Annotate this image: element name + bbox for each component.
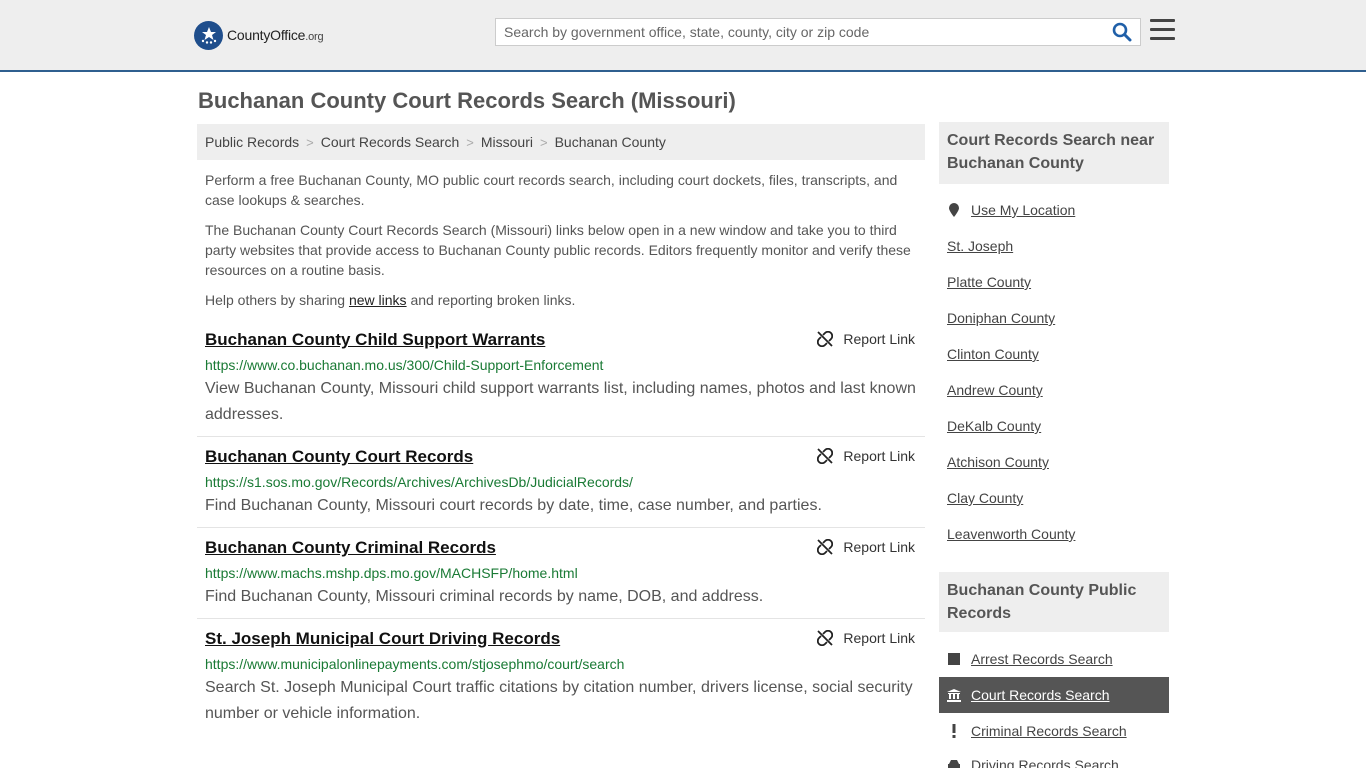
public-records-item: Criminal Records Search <box>947 723 1127 739</box>
public-records-section-title: Buchanan County Public Records <box>939 572 1169 632</box>
site-logo[interactable]: CountyOffice.org <box>194 20 324 50</box>
breadcrumb-missouri[interactable]: Missouri <box>481 134 533 150</box>
nearby-link-doniphan-county[interactable]: Doniphan County <box>947 310 1055 326</box>
chevron-right-icon: > <box>539 134 548 150</box>
result-description: Search St. Joseph Municipal Court traffi… <box>205 679 913 722</box>
result-url[interactable]: https://www.municipalonlinepayments.com/… <box>205 656 624 672</box>
courthouse-icon <box>947 688 961 702</box>
logo-tld: .org <box>305 31 324 43</box>
nearby-item: Andrew County <box>947 382 1043 398</box>
nearby-item: Leavenworth County <box>947 526 1075 542</box>
new-links-link[interactable]: new links <box>349 292 407 308</box>
chevron-right-icon: > <box>466 134 474 150</box>
public-records-item: Arrest Records Search <box>947 651 1113 667</box>
nearby-link-leavenworth-county[interactable]: Leavenworth County <box>947 526 1075 542</box>
result-description: Find Buchanan County, Missouri court rec… <box>205 497 822 514</box>
intro-paragraph-2: The Buchanan County Court Records Search… <box>205 222 911 278</box>
broken-link-icon <box>817 448 834 464</box>
public-records-item: Driving Records Search <box>947 757 1119 768</box>
report-link-button[interactable]: Report Link <box>817 539 915 555</box>
result-item: Buchanan County Child Support Warrants R… <box>197 330 925 437</box>
top-bar: CountyOffice.org <box>0 0 1366 72</box>
report-link-button[interactable]: Report Link <box>817 331 915 347</box>
page-title: Buchanan County Court Records Search (Mi… <box>198 88 736 113</box>
nearby-link-st-joseph[interactable]: St. Joseph <box>947 238 1013 254</box>
nearby-item: Platte County <box>947 274 1031 290</box>
search-input[interactable] <box>496 19 1106 45</box>
search-icon[interactable] <box>1112 22 1134 42</box>
result-url[interactable]: https://www.co.buchanan.mo.us/300/Child-… <box>205 357 603 373</box>
nearby-item: Clay County <box>947 490 1023 506</box>
report-link-label: Report Link <box>843 448 915 464</box>
report-link-button[interactable]: Report Link <box>817 630 915 646</box>
report-link-label: Report Link <box>843 630 915 646</box>
broken-link-icon <box>817 331 834 347</box>
broken-link-icon <box>817 630 834 646</box>
public-records-item-active: Court Records Search <box>939 677 1169 713</box>
breadcrumb-court-records-search[interactable]: Court Records Search <box>321 134 460 150</box>
report-link-button[interactable]: Report Link <box>817 448 915 464</box>
nearby-item: St. Joseph <box>947 238 1013 254</box>
nearby-item: Clinton County <box>947 346 1039 362</box>
nearby-link-dekalb-county[interactable]: DeKalb County <box>947 418 1041 434</box>
nearby-section-title: Court Records Search near Buchanan Count… <box>939 122 1169 184</box>
result-title-link[interactable]: Buchanan County Criminal Records <box>205 538 496 558</box>
driving-records-search-link[interactable]: Driving Records Search <box>971 757 1119 768</box>
breadcrumb: Public Records > Court Records Search > … <box>197 124 925 160</box>
map-pin-icon <box>947 203 961 217</box>
report-link-label: Report Link <box>843 331 915 347</box>
hamburger-menu-icon[interactable] <box>1150 19 1175 41</box>
result-title-link[interactable]: Buchanan County Court Records <box>205 447 473 467</box>
nearby-link-atchison-county[interactable]: Atchison County <box>947 454 1049 470</box>
nearby-link-clinton-county[interactable]: Clinton County <box>947 346 1039 362</box>
nearby-link-clay-county[interactable]: Clay County <box>947 490 1023 506</box>
result-description: Find Buchanan County, Missouri criminal … <box>205 588 764 605</box>
exclamation-icon <box>947 724 961 738</box>
use-my-location-link[interactable]: Use My Location <box>971 202 1075 218</box>
intro-paragraph-1: Perform a free Buchanan County, MO publi… <box>205 172 898 208</box>
car-icon <box>947 758 961 768</box>
intro-text: Help others by sharing <box>205 292 349 308</box>
result-item: Buchanan County Criminal Records Report … <box>197 538 925 619</box>
chevron-right-icon: > <box>306 134 314 150</box>
result-item: Buchanan County Court Records Report Lin… <box>197 447 925 528</box>
arrest-records-search-link[interactable]: Arrest Records Search <box>971 651 1113 667</box>
nearby-item: Atchison County <box>947 454 1049 470</box>
result-description: View Buchanan County, Missouri child sup… <box>205 380 916 423</box>
nearby-link-andrew-county[interactable]: Andrew County <box>947 382 1043 398</box>
use-location-item: Use My Location <box>947 202 1075 218</box>
breadcrumb-buchanan-county[interactable]: Buchanan County <box>555 134 666 150</box>
broken-link-icon <box>817 539 834 555</box>
logo-text: CountyOffice.org <box>227 27 324 43</box>
court-records-search-link[interactable]: Court Records Search <box>971 687 1110 703</box>
result-title-link[interactable]: Buchanan County Child Support Warrants <box>205 330 545 350</box>
search-box <box>495 18 1141 46</box>
result-url[interactable]: https://www.machs.mshp.dps.mo.gov/MACHSF… <box>205 565 578 581</box>
report-link-label: Report Link <box>843 539 915 555</box>
result-url[interactable]: https://s1.sos.mo.gov/Records/Archives/A… <box>205 474 633 490</box>
square-icon <box>947 652 961 666</box>
logo-name: CountyOffice <box>227 27 306 43</box>
nearby-item: DeKalb County <box>947 418 1041 434</box>
logo-seal-icon <box>194 20 223 50</box>
result-item: St. Joseph Municipal Court Driving Recor… <box>197 629 925 734</box>
criminal-records-search-link[interactable]: Criminal Records Search <box>971 723 1127 739</box>
breadcrumb-public-records[interactable]: Public Records <box>205 134 299 150</box>
nearby-link-platte-county[interactable]: Platte County <box>947 274 1031 290</box>
result-title-link[interactable]: St. Joseph Municipal Court Driving Recor… <box>205 629 560 649</box>
intro-text: and reporting broken links. <box>406 292 576 308</box>
nearby-item: Doniphan County <box>947 310 1055 326</box>
intro-paragraph-3: Help others by sharing new links and rep… <box>205 290 919 310</box>
